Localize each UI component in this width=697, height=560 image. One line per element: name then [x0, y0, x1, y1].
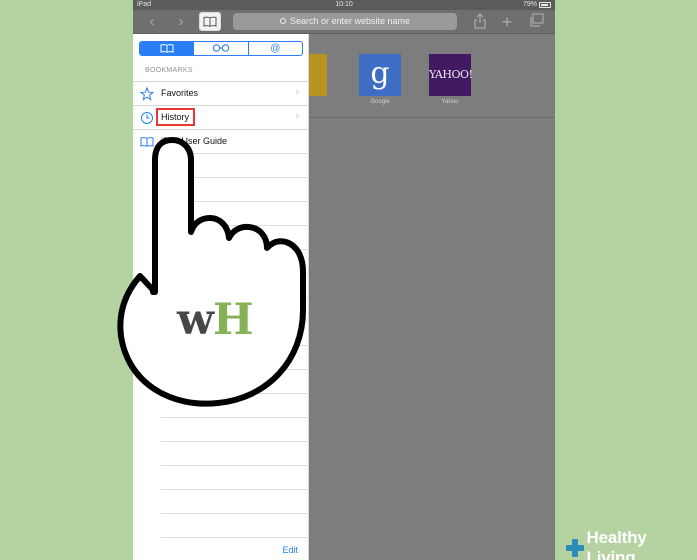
chevron-right-icon: › [295, 86, 299, 98]
yahoo-tile: YAHOO! [429, 54, 473, 96]
tab-bookmarks[interactable] [140, 42, 194, 55]
list-divider [161, 273, 309, 274]
list-divider [161, 345, 309, 346]
share-icon[interactable] [473, 13, 487, 31]
book-icon [203, 16, 217, 27]
clock-icon [141, 112, 153, 124]
list-divider [161, 441, 309, 442]
google-tile: g [359, 54, 401, 96]
glasses-icon [212, 44, 230, 52]
healthy-living-watermark: Healthy Living [566, 528, 697, 560]
clock: 10:10 [335, 1, 353, 8]
bookmarks-button[interactable] [199, 12, 221, 31]
chevron-right-icon: › [295, 110, 299, 122]
list-divider [161, 153, 309, 154]
favorite-caption: Google [370, 99, 390, 105]
tab-reading-list[interactable] [193, 42, 247, 55]
sidebar-item-user-guide[interactable]: iPad User Guide [133, 129, 309, 153]
sidebar-item-favorites[interactable]: Favorites › [133, 81, 309, 105]
cross-icon [566, 539, 584, 557]
list-divider [161, 369, 309, 370]
list-divider [161, 465, 309, 466]
list-divider [161, 201, 309, 202]
book-icon [140, 137, 154, 147]
sidebar-item-label: Favorites [161, 88, 199, 98]
sidebar-item-label: iPad User Guide [161, 136, 228, 146]
list-divider [161, 417, 309, 418]
star-icon [140, 87, 154, 101]
battery-percent: 79% [522, 1, 537, 8]
favorites-grid: g g Google YAHOO! Yahoo [285, 34, 555, 118]
tabs-icon[interactable] [529, 13, 545, 31]
favorite-yahoo[interactable]: YAHOO! Yahoo [429, 54, 473, 105]
favorite-google[interactable]: g Google [359, 54, 401, 105]
favorite-caption: Yahoo [441, 99, 459, 105]
list-divider [161, 225, 309, 226]
sidebar-item-history[interactable]: History › [133, 105, 309, 129]
tab-shared-links[interactable]: @ [247, 42, 302, 55]
search-input[interactable]: Search or enter website name [233, 13, 457, 30]
section-heading: BOOKMARKS [145, 67, 193, 74]
sidebar-segmented-control: @ [139, 41, 303, 56]
browser-toolbar: ‹ › Search or enter website name + [133, 10, 555, 34]
search-icon [279, 18, 286, 24]
chevron-right-icon[interactable]: › [174, 13, 188, 31]
battery-icon [539, 2, 551, 8]
wikihow-logo: wH [177, 295, 254, 345]
list-divider [161, 177, 309, 178]
edit-button[interactable]: Edit [282, 545, 298, 555]
list-divider [161, 513, 309, 514]
book-icon [160, 44, 174, 53]
list-divider [161, 489, 309, 490]
ipad-screen: iPad 10:10 79% ‹ › Search or enter websi… [133, 0, 555, 560]
chevron-left-icon[interactable]: ‹ [145, 13, 159, 31]
list-divider [161, 537, 309, 538]
url-placeholder: Search or enter website name [289, 16, 411, 26]
status-bar: iPad 10:10 79% [133, 0, 555, 10]
sidebar-item-label: History [161, 112, 190, 122]
plus-icon[interactable]: + [500, 13, 514, 31]
list-divider [161, 249, 309, 250]
list-divider [161, 393, 309, 394]
watermark-text: Healthy Living [586, 528, 647, 560]
